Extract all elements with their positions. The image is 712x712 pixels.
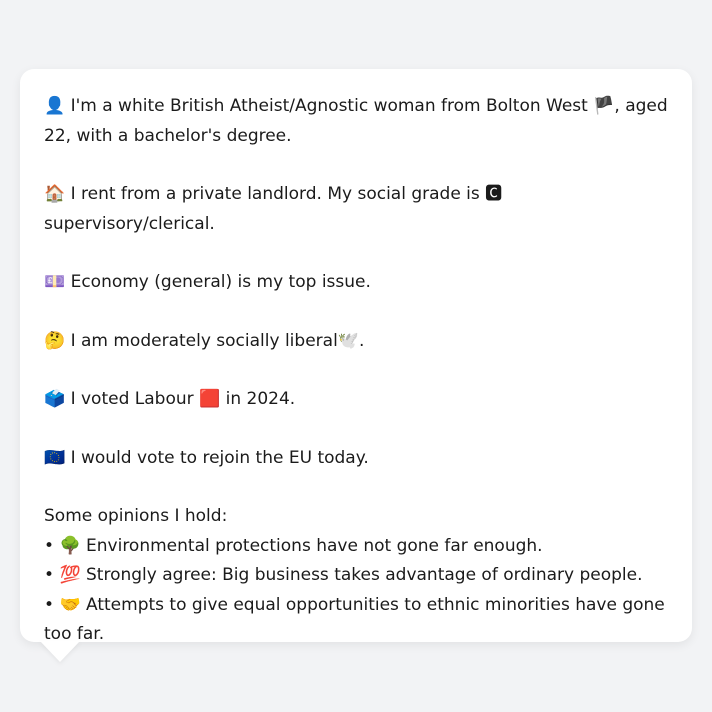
opinion-text: Attempts to give equal opportunities to … (44, 594, 665, 645)
dove-icon: 🕊️ (337, 330, 359, 351)
handshake-icon: 🤝 (59, 594, 81, 615)
bubble-tail (40, 641, 80, 662)
persona-message-bubble: 👤 I'm a white British Atheist/Agnostic w… (20, 69, 692, 644)
opinion-text: Environmental protections have not gone … (80, 535, 543, 556)
opinion-text: Strongly agree: Big business takes advan… (80, 565, 643, 585)
opinion-item: • 🤝 Attempts to give equal opportunities… (44, 591, 668, 650)
hundred-points-icon: 💯 (59, 565, 81, 585)
issue-line: 💷 Economy (general) is my top issue. (44, 268, 668, 298)
eu-line: 🇪🇺 I would vote to rejoin the EU today. (44, 444, 668, 474)
england-flag-icon: 🏴 (593, 96, 615, 116)
red-square-icon: 🟥 (199, 389, 221, 409)
grade-c-icon: 🅲 (485, 184, 503, 204)
housing-line: 🏠 I rent from a private landlord. My soc… (44, 180, 668, 239)
opinions-heading: Some opinions I hold: (44, 506, 228, 526)
social-text: I am moderately socially liberal (65, 330, 338, 351)
opinion-item: • 💯 Strongly agree: Big business takes a… (44, 561, 668, 591)
vote-text-start: I voted Labour (65, 389, 200, 409)
opinion-item: • 🌳 Environmental protections have not g… (44, 532, 668, 562)
house-icon: 🏠 (44, 184, 66, 204)
bullet: • (44, 535, 55, 556)
pound-note-icon: 💷 (44, 272, 66, 292)
identity-text-start: I'm a white British Atheist/Agnostic wom… (65, 96, 594, 116)
eu-flag-icon: 🇪🇺 (44, 447, 66, 468)
eu-text: I would vote to rejoin the EU today. (65, 447, 369, 468)
tree-icon: 🌳 (59, 535, 81, 556)
social-text-end: . (358, 330, 365, 351)
issue-text: Economy (general) is my top issue. (65, 272, 371, 292)
housing-text-end: supervisory/clerical. (44, 213, 215, 234)
ballot-box-icon: 🗳️ (44, 389, 66, 409)
vote-text-end: in 2024. (220, 389, 296, 409)
housing-text-start: I rent from a private landlord. My socia… (65, 184, 486, 204)
thinking-face-icon: 🤔 (44, 330, 66, 351)
bullet: • (44, 565, 55, 585)
social-line: 🤔 I am moderately socially liberal🕊️. (44, 327, 668, 357)
bullet: • (44, 594, 55, 615)
opinions-list: • 🌳 Environmental protections have not g… (44, 532, 668, 650)
vote-line: 🗳️ I voted Labour 🟥 in 2024. (44, 385, 668, 415)
chat-page: 👤 I'm a white British Atheist/Agnostic w… (0, 0, 712, 712)
identity-line: 👤 I'm a white British Atheist/Agnostic w… (44, 92, 668, 151)
person-icon: 👤 (44, 96, 66, 116)
